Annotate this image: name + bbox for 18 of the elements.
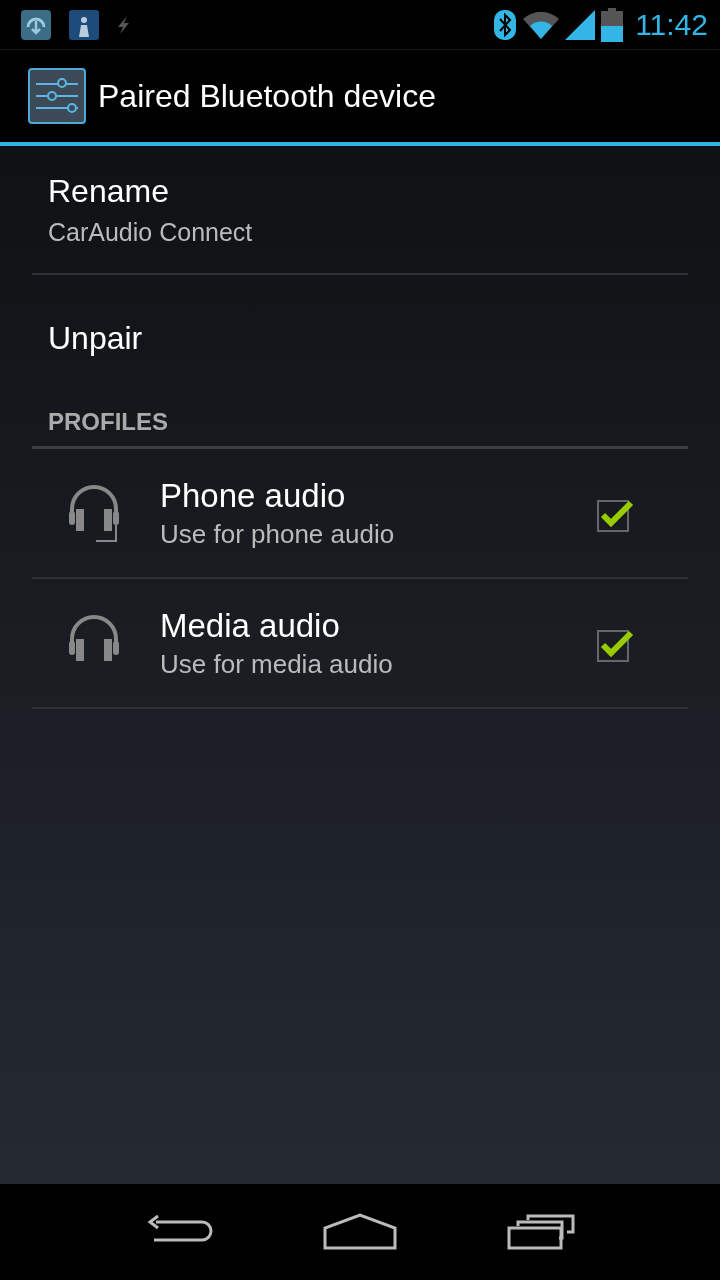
section-header: PROFILES	[32, 408, 688, 449]
profile-summary: Use for media audio	[160, 648, 394, 680]
recent-apps-icon[interactable]	[505, 1214, 576, 1250]
preference-item[interactable]: Unpair	[32, 275, 688, 402]
settings-icon[interactable]	[28, 68, 86, 124]
bluetooth-icon	[493, 8, 518, 41]
profile-summary: Use for phone audio	[160, 518, 396, 550]
battery-icon	[601, 7, 624, 42]
preference-item[interactable]: Rename CarAudio Connect	[32, 146, 688, 275]
figure-icon	[68, 8, 100, 41]
profile-title: Phone audio	[160, 476, 347, 515]
signal-icon	[565, 9, 596, 40]
home-icon[interactable]	[323, 1212, 397, 1252]
screen-title: Paired Bluetooth device	[98, 77, 436, 115]
status-time: 11:42	[635, 7, 708, 42]
hotspot-icon	[20, 8, 52, 41]
profile-title: Media audio	[160, 606, 341, 645]
wifi-icon	[523, 10, 560, 39]
